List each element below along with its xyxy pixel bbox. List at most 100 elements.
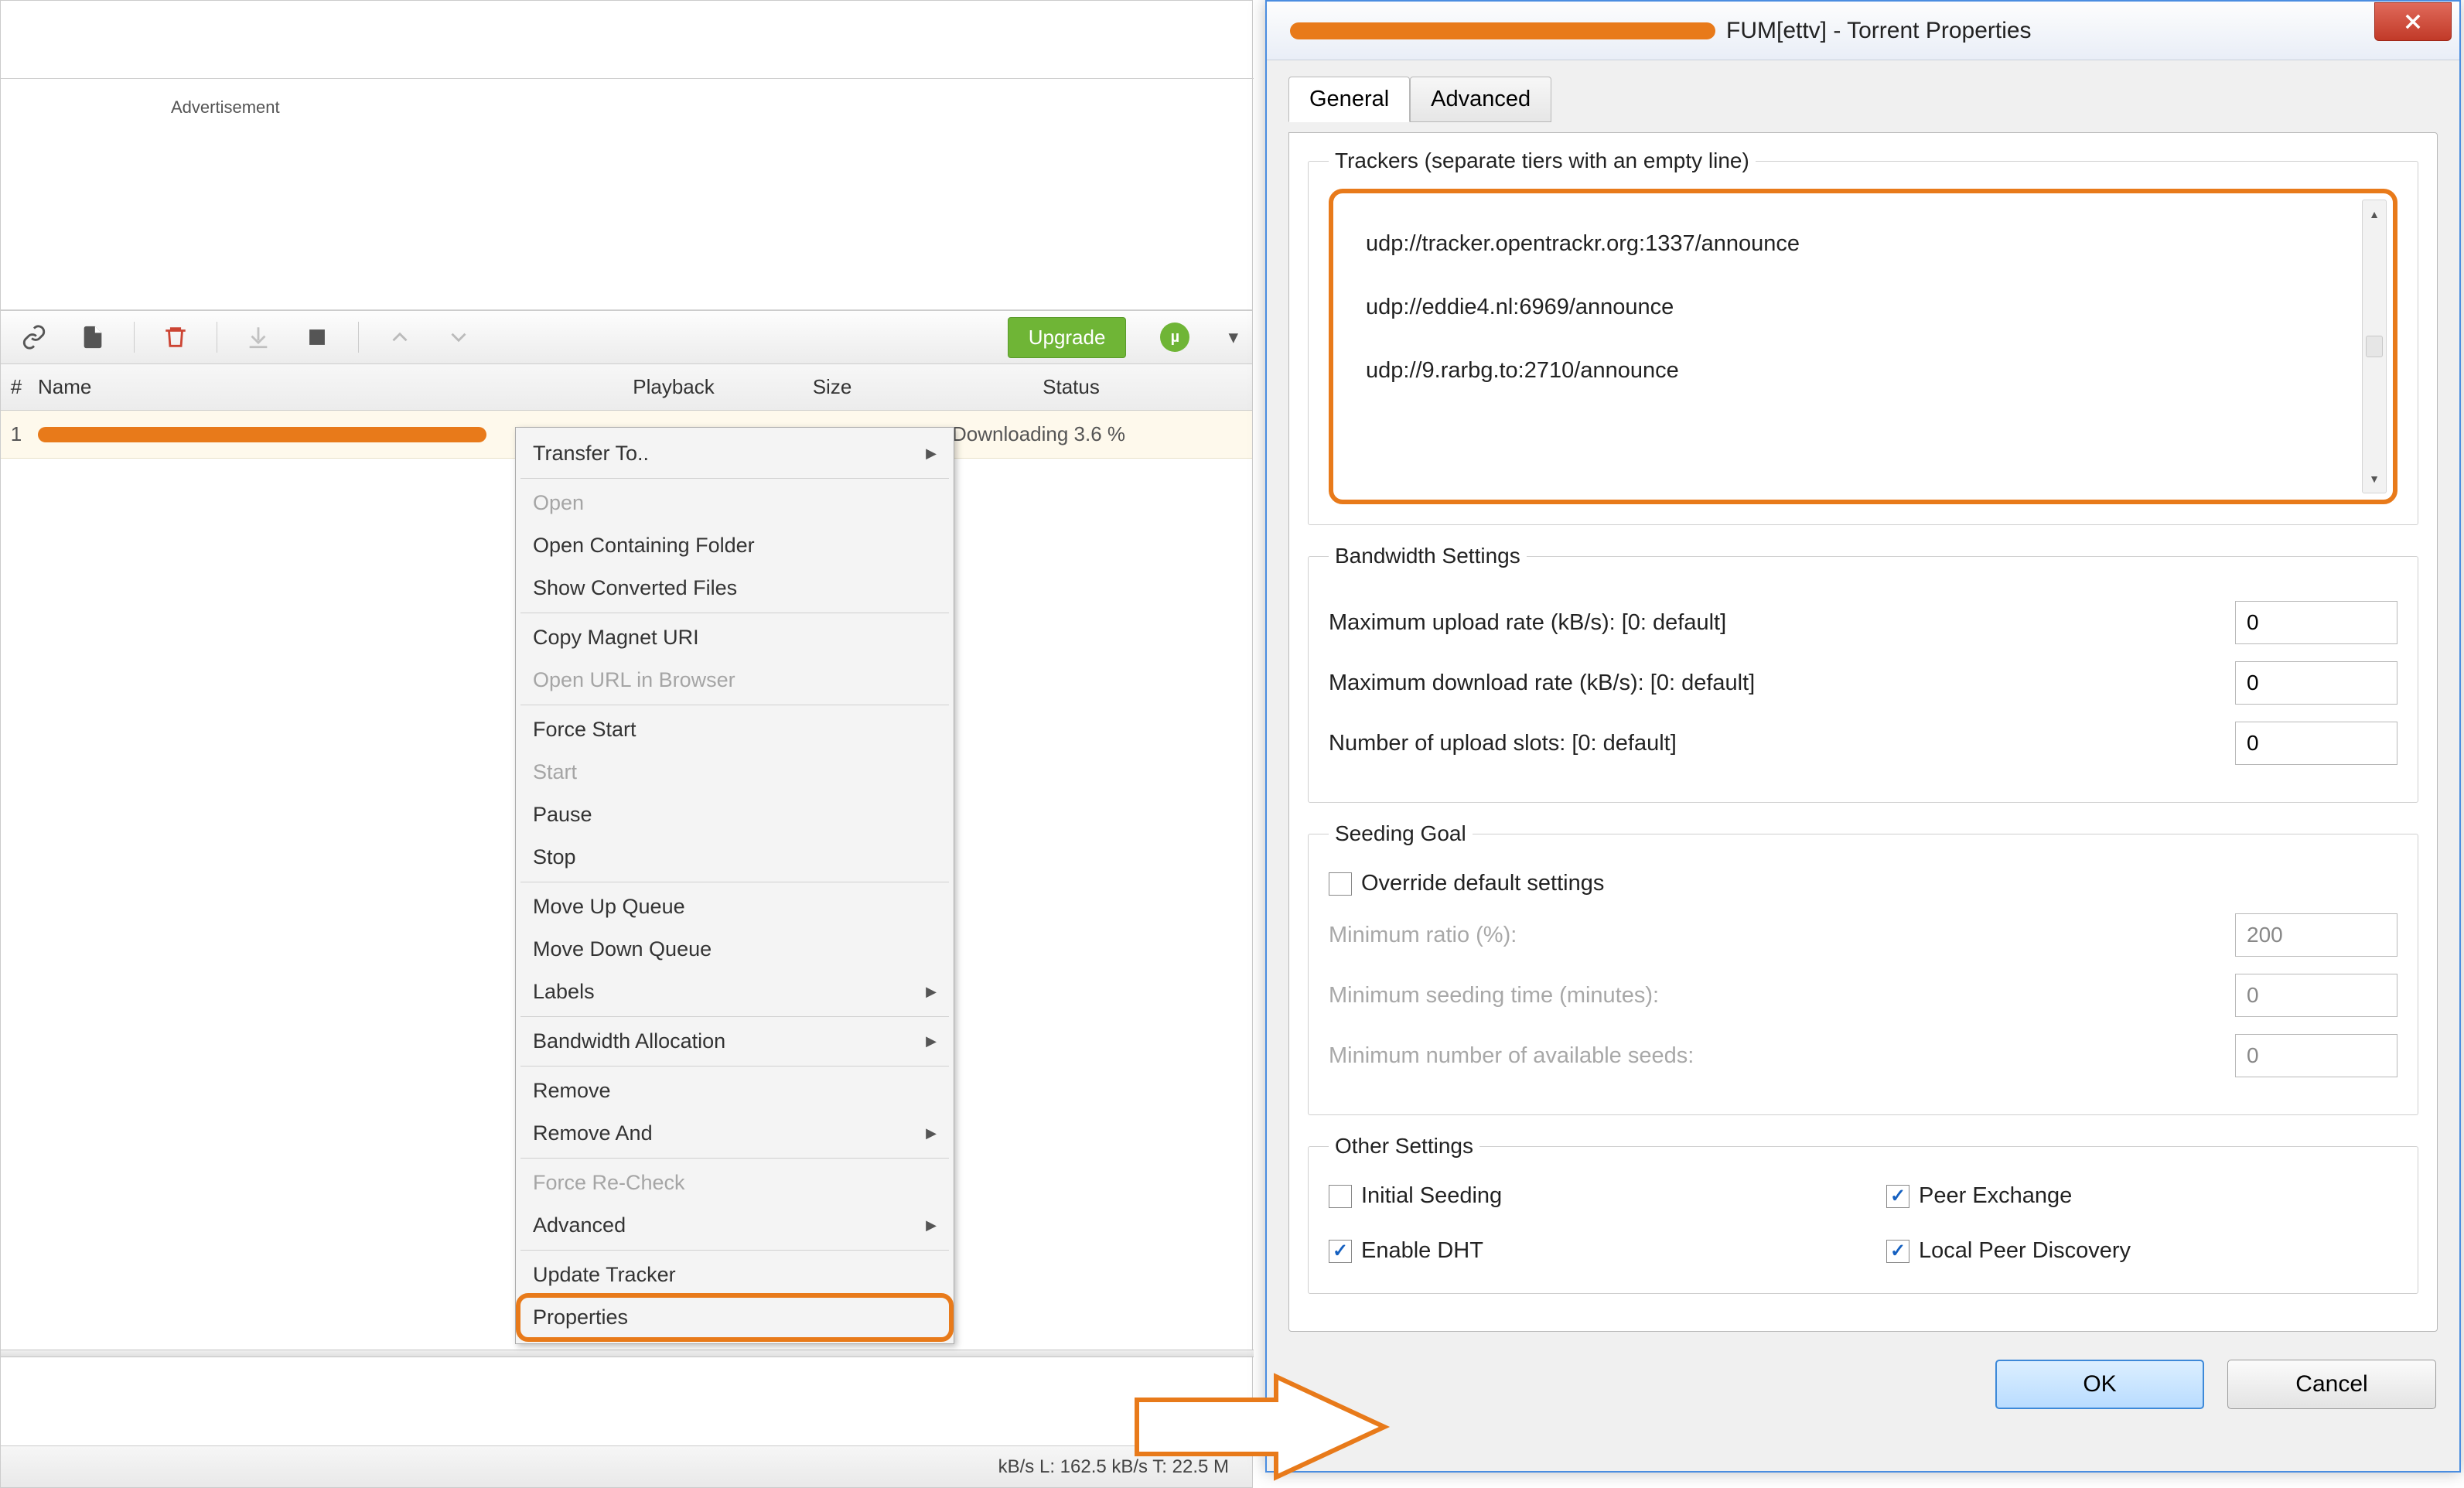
toolbar-separator bbox=[134, 322, 135, 353]
menu-force-recheck: Force Re-Check bbox=[516, 1162, 954, 1204]
close-button[interactable] bbox=[2374, 2, 2452, 41]
col-status[interactable]: Status bbox=[890, 375, 1252, 399]
tracker-line: udp://tracker.opentrackr.org:1337/announ… bbox=[1366, 221, 2360, 266]
max-download-input[interactable] bbox=[2235, 661, 2397, 705]
menu-separator bbox=[520, 1250, 949, 1251]
tab-general[interactable]: General bbox=[1288, 77, 1410, 122]
seeding-goal-legend: Seeding Goal bbox=[1329, 821, 1473, 846]
start-icon[interactable] bbox=[241, 319, 276, 355]
tab-panel-general: Trackers (separate tiers with an empty l… bbox=[1288, 132, 2438, 1332]
col-size[interactable]: Size bbox=[774, 375, 890, 399]
min-available-seeds-label: Minimum number of available seeds: bbox=[1329, 1043, 1694, 1069]
menu-open-url-in-browser: Open URL in Browser bbox=[516, 659, 954, 701]
stop-icon[interactable] bbox=[299, 319, 335, 355]
menu-remove[interactable]: Remove bbox=[516, 1070, 954, 1112]
upgrade-button[interactable]: Upgrade bbox=[1008, 317, 1127, 358]
menu-advanced[interactable]: Advanced▶ bbox=[516, 1204, 954, 1247]
override-defaults-checkbox[interactable] bbox=[1329, 872, 1352, 896]
move-down-icon[interactable] bbox=[441, 319, 476, 355]
row-index: 1 bbox=[1, 422, 32, 446]
context-menu: Transfer To..▶ Open Open Containing Fold… bbox=[515, 427, 954, 1344]
cancel-button[interactable]: Cancel bbox=[2227, 1360, 2436, 1409]
initial-seeding-checkbox[interactable] bbox=[1329, 1185, 1352, 1208]
ok-button[interactable]: OK bbox=[1995, 1360, 2204, 1409]
menu-labels[interactable]: Labels▶ bbox=[516, 971, 954, 1013]
dialog-titlebar[interactable]: FUM[ettv] - Torrent Properties bbox=[1267, 2, 2459, 60]
peer-exchange-checkbox[interactable] bbox=[1886, 1185, 1909, 1208]
menu-update-tracker[interactable]: Update Tracker bbox=[516, 1254, 954, 1296]
utorrent-logo-icon[interactable]: µ bbox=[1160, 323, 1189, 352]
tracker-line: udp://eddie4.nl:6969/announce bbox=[1366, 285, 2360, 329]
menu-start: Start bbox=[516, 751, 954, 793]
initial-seeding-label: Initial Seeding bbox=[1361, 1183, 1502, 1209]
menu-separator bbox=[520, 478, 949, 479]
torrent-properties-dialog: FUM[ettv] - Torrent Properties General A… bbox=[1265, 0, 2461, 1473]
chevron-right-icon: ▶ bbox=[926, 445, 937, 462]
delete-icon[interactable] bbox=[158, 319, 193, 355]
local-peer-discovery-checkbox[interactable] bbox=[1886, 1240, 1909, 1263]
menu-move-up-queue[interactable]: Move Up Queue bbox=[516, 886, 954, 928]
upload-slots-input[interactable] bbox=[2235, 722, 2397, 765]
menu-copy-magnet-uri[interactable]: Copy Magnet URI bbox=[516, 616, 954, 659]
tab-advanced[interactable]: Advanced bbox=[1410, 77, 1551, 122]
menu-separator bbox=[520, 1158, 949, 1159]
chevron-right-icon: ▶ bbox=[926, 1033, 937, 1049]
chevron-right-icon: ▶ bbox=[926, 984, 937, 1000]
menu-pause[interactable]: Pause bbox=[516, 793, 954, 836]
min-seeding-time-input bbox=[2235, 974, 2397, 1017]
menu-move-down-queue[interactable]: Move Down Queue bbox=[516, 928, 954, 971]
other-settings-fieldset: Other Settings Initial Seeding Peer Exch… bbox=[1308, 1134, 2418, 1294]
ad-area bbox=[1, 86, 1252, 310]
annotation-arrow-icon bbox=[1129, 1369, 1392, 1485]
menu-stop[interactable]: Stop bbox=[516, 836, 954, 879]
redacted-torrent-name bbox=[38, 427, 486, 442]
move-up-icon[interactable] bbox=[382, 319, 418, 355]
scroll-down-icon[interactable]: ▼ bbox=[2369, 468, 2380, 490]
col-playback[interactable]: Playback bbox=[573, 375, 774, 399]
min-ratio-label: Minimum ratio (%): bbox=[1329, 923, 1517, 948]
seeding-goal-fieldset: Seeding Goal Override default settings M… bbox=[1308, 821, 2418, 1115]
col-num[interactable]: # bbox=[1, 375, 32, 399]
scrollbar[interactable]: ▲ ▼ bbox=[2362, 200, 2387, 493]
menu-show-converted-files[interactable]: Show Converted Files bbox=[516, 567, 954, 609]
panel-splitter[interactable] bbox=[1, 1350, 1254, 1357]
ad-label: Advertisement bbox=[171, 97, 280, 118]
max-download-label: Maximum download rate (kB/s): [0: defaul… bbox=[1329, 671, 1755, 696]
add-url-icon[interactable] bbox=[16, 319, 52, 355]
statusbar: kB/s L: 162.5 kB/s T: 22.5 M bbox=[1, 1445, 1252, 1487]
dialog-title: FUM[ettv] - Torrent Properties bbox=[1726, 18, 2032, 44]
max-upload-label: Maximum upload rate (kB/s): [0: default] bbox=[1329, 610, 1726, 636]
menu-open: Open bbox=[516, 482, 954, 524]
menu-bandwidth-allocation[interactable]: Bandwidth Allocation▶ bbox=[516, 1020, 954, 1063]
menu-transfer-to[interactable]: Transfer To..▶ bbox=[516, 432, 954, 475]
menu-remove-and[interactable]: Remove And▶ bbox=[516, 1112, 954, 1155]
chevron-down-icon[interactable]: ▾ bbox=[1228, 326, 1238, 349]
min-seeding-time-label: Minimum seeding time (minutes): bbox=[1329, 983, 1659, 1008]
dialog-button-row: OK Cancel bbox=[1267, 1347, 2459, 1428]
bandwidth-legend: Bandwidth Settings bbox=[1329, 544, 1527, 568]
toolbar: Upgrade µ ▾ bbox=[1, 310, 1252, 364]
menu-properties[interactable]: Properties bbox=[520, 1298, 949, 1337]
max-upload-input[interactable] bbox=[2235, 601, 2397, 644]
enable-dht-checkbox[interactable] bbox=[1329, 1240, 1352, 1263]
col-name[interactable]: Name bbox=[32, 375, 573, 399]
scroll-up-icon[interactable]: ▲ bbox=[2369, 203, 2380, 225]
override-defaults-label: Override default settings bbox=[1361, 871, 1604, 896]
min-available-seeds-input bbox=[2235, 1034, 2397, 1077]
menu-force-start[interactable]: Force Start bbox=[516, 708, 954, 751]
trackers-textarea[interactable]: udp://tracker.opentrackr.org:1337/announ… bbox=[1329, 189, 2397, 504]
peer-exchange-label: Peer Exchange bbox=[1919, 1183, 2072, 1209]
trackers-legend: Trackers (separate tiers with an empty l… bbox=[1329, 148, 1756, 173]
enable-dht-label: Enable DHT bbox=[1361, 1238, 1483, 1264]
menu-open-containing-folder[interactable]: Open Containing Folder bbox=[516, 524, 954, 567]
divider bbox=[1, 78, 1254, 79]
menu-separator bbox=[520, 1066, 949, 1067]
add-torrent-icon[interactable] bbox=[75, 319, 111, 355]
min-ratio-input bbox=[2235, 913, 2397, 957]
chevron-right-icon: ▶ bbox=[926, 1125, 937, 1142]
other-settings-legend: Other Settings bbox=[1329, 1134, 1479, 1159]
scroll-thumb[interactable] bbox=[2366, 336, 2383, 357]
chevron-right-icon: ▶ bbox=[926, 1217, 937, 1234]
bandwidth-fieldset: Bandwidth Settings Maximum upload rate (… bbox=[1308, 544, 2418, 803]
redacted-title-prefix bbox=[1290, 22, 1715, 39]
